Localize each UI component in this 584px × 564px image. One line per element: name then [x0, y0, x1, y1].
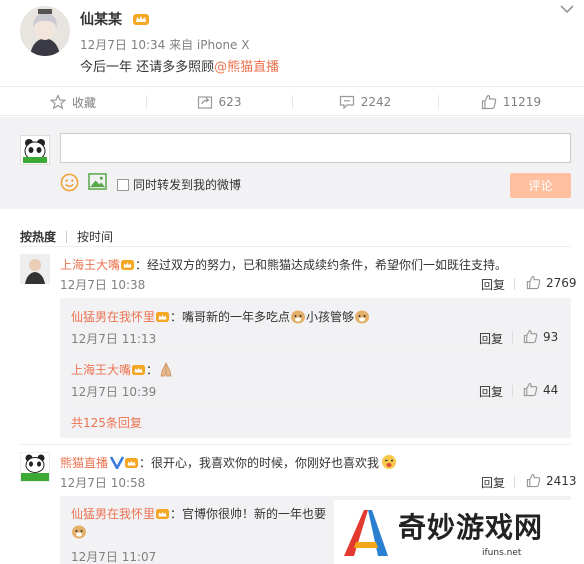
chevron-down-icon[interactable] [559, 3, 575, 15]
comment-time: 12月7日 10:38 [60, 278, 146, 292]
divider [66, 230, 68, 243]
submit-comment-button[interactable]: 评论 [510, 173, 571, 198]
repost-icon [197, 96, 212, 109]
watermark-logo [344, 510, 388, 556]
comment-composer: 同时转发到我的微博 评论 [0, 117, 584, 209]
reply-text-row: 仙猛男在我怀里 ：嘴哥新的一年多吃点 小孩管够 [71, 308, 370, 325]
action-bar: 收藏 623 2242 11219 [0, 86, 584, 116]
comment-icon [339, 95, 354, 110]
divider [512, 385, 513, 397]
wink-emoji-icon [382, 455, 397, 469]
doge-emoji-icon [355, 310, 370, 324]
thumbs-up-icon [523, 382, 538, 397]
vip-crown-icon [121, 260, 135, 270]
reply-body: ：嘴哥新的一年多吃点 [170, 310, 291, 324]
reply-text-row: 仙猛男在我怀里 ：官博你很帅！新的一年也要 [71, 505, 326, 522]
favorite-button[interactable]: 收藏 [0, 87, 146, 117]
thumbs-up-icon [526, 275, 541, 290]
comment-like-button[interactable]: 2769 [526, 275, 577, 290]
watermark-title: 奇妙游戏网 [398, 511, 544, 544]
post-text: 今后一年 还请多多照顾@熊猫直播 [80, 56, 279, 75]
watermark-url: ifuns.net [482, 548, 522, 558]
image-icon[interactable] [88, 173, 107, 190]
divider [512, 332, 513, 344]
favorite-label: 收藏 [71, 95, 96, 110]
vip-crown-icon [156, 509, 170, 519]
thumbs-up-icon [481, 94, 497, 110]
replier-name[interactable]: 仙猛男在我怀里 [71, 310, 155, 324]
like-button[interactable]: 11219 [438, 87, 584, 117]
thumbs-up-icon [523, 329, 538, 344]
reply-button[interactable]: 回复 [479, 383, 503, 400]
replier-name[interactable]: 仙猛男在我怀里 [71, 507, 155, 521]
comment-body: ：经过双方的努力，已和熊猫达成续约条件，希望你们一如既往支持。 [135, 258, 508, 272]
reply-like-button[interactable]: 44 [523, 382, 558, 397]
reply-body: ：官博你很帅！新的一年也要 [170, 507, 327, 521]
reply-text-row: 上海王大嘴： [71, 361, 174, 378]
comment-like-count: 2769 [546, 275, 577, 290]
vip-crown-icon [156, 312, 170, 322]
comment-text-row: 上海王大嘴 ：经过双方的努力，已和熊猫达成续约条件，希望你们一如既往支持。 [60, 256, 507, 273]
thumbs-up-icon [526, 473, 541, 488]
forward-label: 同时转发到我的微博 [133, 178, 242, 192]
reply-time: 12月7日 11:07 [71, 550, 157, 564]
doge-emoji-icon [72, 525, 86, 539]
tab-time[interactable]: 按时间 [77, 228, 113, 245]
star-icon [49, 94, 66, 110]
tab-hot[interactable]: 按热度 [20, 228, 56, 245]
more-replies-link[interactable]: 共125条回复 [71, 414, 142, 431]
commenter-name[interactable]: 熊猫直播 [60, 456, 108, 470]
repost-button[interactable]: 623 [146, 87, 292, 117]
vip-crown-icon [125, 458, 139, 468]
emoji-icon[interactable] [60, 173, 79, 192]
comment-button[interactable]: 2242 [292, 87, 438, 117]
verified-v-icon [109, 456, 125, 471]
reply-body-2: 小孩管够 [306, 310, 355, 324]
reply-like-count: 44 [543, 382, 559, 397]
author-name-text[interactable]: 仙某某 [80, 12, 122, 28]
weibo-post: 仙某某 12月7日 10:34 来自 iPhone X 今后一年 还请多多照顾@… [0, 0, 584, 86]
divider [20, 444, 571, 445]
author-avatar[interactable] [20, 6, 70, 56]
commenter-avatar[interactable] [20, 254, 50, 284]
commenter-avatar[interactable] [20, 452, 50, 482]
forward-option[interactable]: 同时转发到我的微博 [117, 176, 241, 193]
author-name[interactable]: 仙某某 [80, 9, 149, 29]
sort-tabs: 按热度 按时间 [20, 228, 113, 245]
reply-button[interactable]: 回复 [481, 276, 505, 293]
watermark: 奇妙游戏网 ifuns.net [334, 500, 584, 564]
my-avatar [20, 135, 50, 165]
divider [514, 278, 515, 290]
forward-checkbox[interactable] [117, 178, 129, 191]
like-count: 11219 [502, 95, 542, 109]
divider [71, 350, 561, 351]
mention-link[interactable]: @熊猫直播 [214, 60, 279, 75]
vip-crown-icon [132, 14, 149, 25]
repost-count: 623 [218, 95, 242, 109]
reply-button[interactable]: 回复 [481, 474, 505, 491]
reply-time: 12月7日 10:39 [71, 385, 157, 399]
pray-emoji-icon [160, 362, 172, 377]
comment-like-count: 2413 [546, 473, 577, 488]
comment-time: 12月7日 10:58 [60, 476, 146, 490]
replier-name[interactable]: 上海王大嘴 [71, 363, 131, 377]
doge-emoji-icon [291, 310, 306, 324]
post-meta: 12月7日 10:34 来自 iPhone X [80, 38, 250, 52]
comment-text-row: 熊猫直播 ：很开心，我喜欢你的时候，你刚好也喜欢我 [60, 454, 397, 471]
divider [514, 476, 515, 488]
reply-button[interactable]: 回复 [479, 330, 503, 347]
commenter-name[interactable]: 上海王大嘴 [60, 258, 120, 272]
divider [20, 246, 571, 247]
post-body: 今后一年 还请多多照顾 [80, 60, 215, 75]
comment-count: 2242 [360, 95, 392, 109]
reply-time: 12月7日 11:13 [71, 332, 157, 346]
divider [71, 403, 561, 404]
comment-like-button[interactable]: 2413 [526, 473, 577, 488]
reply-like-button[interactable]: 93 [523, 329, 558, 344]
vip-crown-icon [132, 365, 146, 375]
comment-input[interactable] [60, 133, 571, 163]
comment-body: ：很开心，我喜欢你的时候，你刚好也喜欢我 [139, 456, 380, 470]
reply-like-count: 93 [543, 329, 559, 344]
